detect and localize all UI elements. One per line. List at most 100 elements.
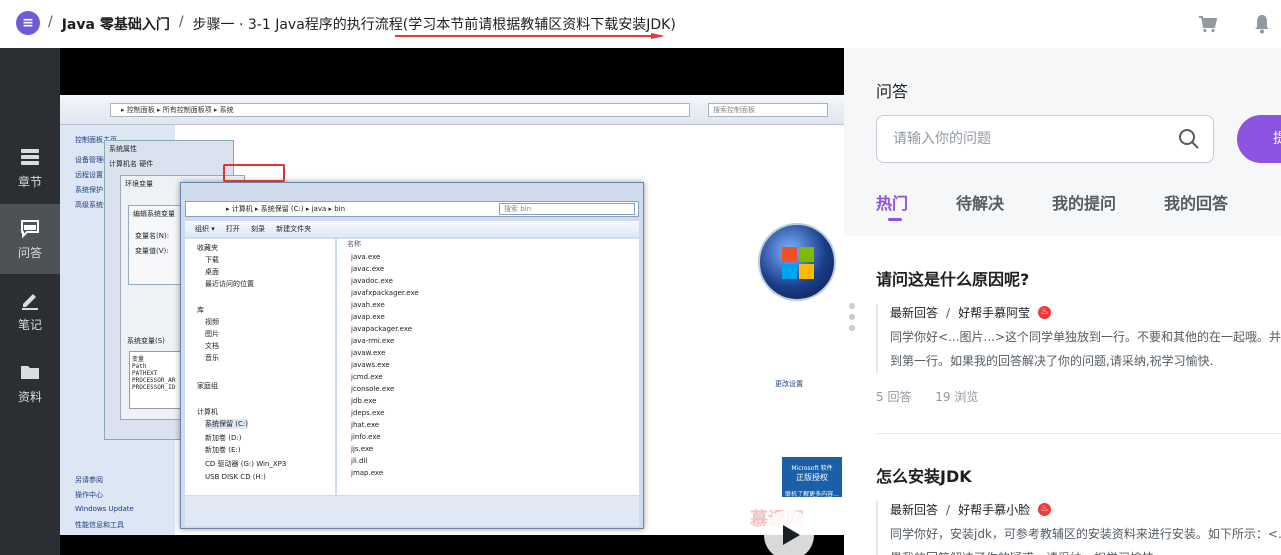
breadcrumb-course[interactable]: Java 零基础入门	[62, 14, 170, 34]
qa-title: 问答	[876, 82, 909, 101]
tree-item: 桌面	[205, 268, 219, 276]
answer-count: 5 回答	[876, 390, 912, 404]
file-item: jdb.exe	[351, 397, 377, 405]
bell-icon[interactable]	[1254, 14, 1270, 34]
file-item: javac.exe	[351, 265, 385, 273]
genuine-badge-link: 联机了解更多内容...	[785, 491, 839, 498]
tree-item: 最近访问的位置	[205, 280, 254, 288]
left-nav: 章节 问答 笔记 资料	[0, 48, 60, 555]
cart-icon[interactable]	[1198, 15, 1218, 33]
tree-item: 图片	[205, 330, 219, 338]
breadcrumb: / Java 零基础入门 / 步骤一 · 3-1 Java程序的执行流程(学习本…	[48, 14, 676, 34]
qa-icon	[21, 219, 39, 238]
search-icon[interactable]	[1178, 128, 1200, 150]
qa-header: 问答 请输入你的问题 提问 热门 待解决 我的提问 我的回答	[844, 48, 1281, 236]
file-item: javadoc.exe	[351, 277, 393, 285]
tree-item: 文档	[205, 342, 219, 350]
file-item: javaw.exe	[351, 349, 386, 357]
question-title[interactable]: 怎么安装JDK	[876, 463, 1281, 487]
nav-qa-label: 问答	[17, 245, 42, 260]
qa-panel: 问答 请输入你的问题 提问 热门 待解决 我的提问 我的回答 请问这是什么原因呢…	[844, 48, 1281, 555]
qa-search-input[interactable]: 请输入你的问题	[876, 115, 1214, 163]
var-value-label: 变量值(V):	[135, 247, 169, 255]
answer-body: 同学你好<...图片...>这个同学单独放到一行。不要和其他的在一起哦。并且 到…	[890, 325, 1281, 373]
red-underline-annotation	[395, 33, 665, 39]
video-player[interactable]: ▸ 控制面板 ▸ 所有控制面板项 ▸ 系统 搜索控制面板 控制面板主页 设备管理…	[60, 48, 844, 555]
file-item: javah.exe	[351, 301, 385, 309]
file-item: jjs.exe	[351, 445, 374, 453]
answer-author-line: 最新回答 / 好帮手慕小脸 ♨	[890, 501, 1281, 518]
author-separator: /	[946, 305, 951, 320]
question-title[interactable]: 请问这是什么原因呢?	[876, 266, 1281, 290]
note-icon	[22, 293, 38, 310]
question-item[interactable]: 怎么安装JDK 最新回答 / 好帮手慕小脸 ♨ 同学你好，安装jdk，可参考教辅…	[876, 463, 1281, 555]
divider	[876, 433, 1281, 434]
question-item[interactable]: 请问这是什么原因呢? 最新回答 / 好帮手慕阿莹 ♨ 同学你好<...图片...…	[876, 266, 1281, 404]
tree-item: 音乐	[205, 354, 219, 362]
file-item: javapackager.exe	[351, 325, 413, 333]
tab-unsolved[interactable]: 待解决	[956, 190, 1004, 214]
cp-link: Windows Update	[75, 505, 134, 513]
address-search: 搜索控制面板	[708, 103, 828, 117]
file-item: javaws.exe	[351, 361, 390, 369]
genuine-badge: Microsoft 软件 正版授权 联机了解更多内容...	[782, 457, 842, 498]
site-logo[interactable]: ≡	[16, 11, 40, 35]
drag-handle[interactable]	[849, 303, 857, 343]
file-item: javafxpackager.exe	[351, 289, 419, 297]
edit-title: 编辑系统变量	[133, 210, 175, 218]
tree-item: 家庭组	[197, 382, 218, 390]
video-frame: ▸ 控制面板 ▸ 所有控制面板项 ▸ 系统 搜索控制面板 控制面板主页 设备管理…	[60, 95, 844, 535]
answer-author-line: 最新回答 / 好帮手慕阿莹 ♨	[890, 304, 1281, 321]
dialog-tabs: 计算机名 硬件	[109, 160, 154, 168]
file-item: jdeps.exe	[351, 409, 385, 417]
breadcrumb-lesson: 步骤一 · 3-1 Java程序的执行流程(学习本节前请根据教辅区资料下载安装J…	[192, 17, 676, 33]
tab-my-questions[interactable]: 我的提问	[1052, 190, 1116, 214]
tree-item: 计算机	[197, 408, 218, 416]
tree-item: 新加卷 (E:)	[205, 446, 241, 454]
nav-chapter-label: 章节	[17, 174, 42, 189]
fire-icon: ♨	[1038, 306, 1052, 319]
address-text: ▸ 控制面板 ▸ 所有控制面板项 ▸ 系统	[110, 103, 690, 117]
answer-author[interactable]: 好帮手慕阿莹	[958, 304, 1030, 321]
tree-item: CD 驱动器 (G:) Win_XP3	[205, 460, 287, 468]
nav-qa[interactable]: 问答	[0, 204, 60, 274]
nav-chapter[interactable]: 章节	[0, 133, 60, 203]
ask-button[interactable]: 提问	[1237, 115, 1281, 163]
file-item: jhat.exe	[351, 421, 380, 429]
breadcrumb-separator: /	[178, 14, 184, 30]
tree-item: 视频	[205, 318, 219, 326]
tab-my-answers[interactable]: 我的回答	[1164, 190, 1228, 214]
tree-item: 收藏夹	[197, 244, 218, 252]
chapter-icon	[21, 148, 39, 165]
qa-tabs: 热门 待解决 我的提问 我的回答	[876, 190, 1276, 221]
view-count: 19 浏览	[935, 390, 979, 404]
explorer-tree: 收藏夹 下载 桌面 最近访问的位置 库 视频 图片 文档 音乐 家庭组 计算机 …	[185, 239, 335, 495]
files-header: 名称	[347, 240, 361, 248]
latest-label: 最新回答	[890, 503, 939, 517]
latest-answer: 最新回答 / 好帮手慕阿莹 ♨ 同学你好<...图片...>这个同学单独放到一行…	[876, 304, 1281, 373]
cp-link: 系统保护	[75, 186, 103, 194]
tree-item: 下载	[205, 256, 219, 264]
breadcrumb-separator: /	[48, 14, 53, 30]
tab-hot[interactable]: 热门	[876, 190, 908, 221]
fire-icon: ♨	[1038, 503, 1052, 516]
nav-materials[interactable]: 资料	[0, 348, 60, 418]
top-bar: ≡ / Java 零基础入门 / 步骤一 · 3-1 Java程序的执行流程(学…	[0, 0, 1281, 48]
tree-item: 库	[197, 306, 204, 314]
explorer-files: 名称 java.exe javac.exe javadoc.exe javafx…	[337, 239, 639, 495]
answer-line: 同学你好<...图片...>这个同学单独放到一行。不要和其他的在一起哦。并且	[890, 330, 1281, 344]
answer-author[interactable]: 好帮手慕小脸	[958, 501, 1030, 518]
question-stats: 5 回答 19 浏览	[876, 388, 978, 405]
explorer-window: ▸ 计算机 ▸ 系统保留 (C:) ▸ java ▸ bin 搜索 bin 组织…	[180, 182, 644, 529]
cp-link: 性能信息和工具	[75, 521, 124, 529]
nav-notes[interactable]: 笔记	[0, 276, 60, 346]
latest-label: 最新回答	[890, 306, 939, 320]
cp-link: 操作中心	[75, 491, 103, 499]
answer-body: 同学你好，安装jdk，可参考教辅区的安装资料来进行安装。如下所示：<... 果我…	[890, 522, 1281, 555]
file-item: java-rmi.exe	[351, 337, 395, 345]
file-item: jcmd.exe	[351, 373, 383, 381]
dialog-title: 系统属性	[109, 145, 137, 153]
play-button[interactable]	[764, 510, 814, 555]
sys-vars-label: 系统变量(S)	[127, 337, 165, 345]
tree-item: 新加卷 (D:)	[205, 434, 242, 442]
